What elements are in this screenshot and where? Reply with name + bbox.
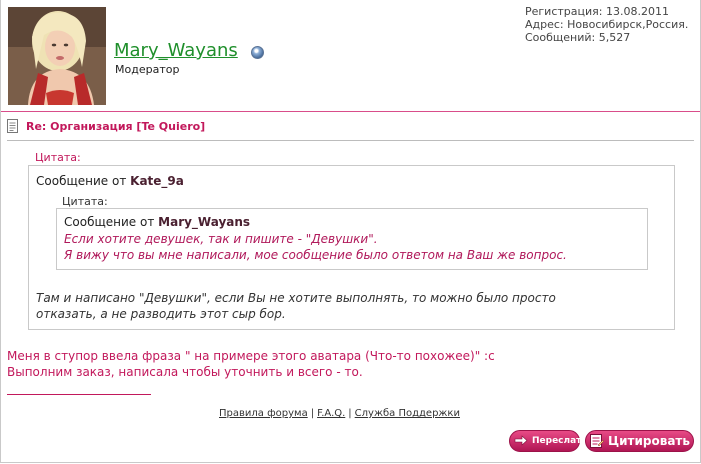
user-info: Регистрация: 13.08.2011 Адрес: Новосибир… xyxy=(525,5,688,44)
inner-quote-box: Сообщение от Mary_Wayans Если хотите дев… xyxy=(56,208,648,270)
message-line: Меня в ступор ввела фраза " на примере э… xyxy=(7,349,495,363)
forward-button-label: Переслать xyxy=(532,436,588,446)
message-count: Сообщений: 5,527 xyxy=(525,31,631,44)
outer-quote-text: Там и написано "Девушки", если Вы не хот… xyxy=(36,290,556,322)
inner-quote-from-prefix: Сообщение от xyxy=(64,215,155,229)
faq-link[interactable]: F.A.Q. xyxy=(317,408,345,419)
outer-quote-label: Цитата: xyxy=(35,151,81,164)
forward-button[interactable]: Переслать xyxy=(509,430,587,452)
footer-separator: | xyxy=(310,408,315,419)
inner-quote-author: Mary_Wayans xyxy=(158,215,251,229)
quote-icon xyxy=(589,433,605,449)
title-divider xyxy=(7,140,694,141)
rules-link[interactable]: Правила форума xyxy=(219,408,308,419)
outer-quote-from: Сообщение от Kate_9a xyxy=(36,174,184,188)
inner-quote-from: Сообщение от Mary_Wayans xyxy=(64,215,250,229)
outer-quote-line: Там и написано "Девушки", если Вы не хот… xyxy=(36,291,556,305)
outer-quote-box: Сообщение от Kate_9a Цитата: Сообщение о… xyxy=(28,165,675,330)
inner-quote-label: Цитата: xyxy=(62,195,108,208)
post-title: Re: Организация [Te Quiero] xyxy=(26,120,206,133)
username-link[interactable]: Mary_Wayans xyxy=(114,40,238,61)
support-link[interactable]: Служба Поддержки xyxy=(355,408,460,419)
signature-divider xyxy=(7,394,151,395)
quote-button[interactable]: Цитировать xyxy=(585,430,694,452)
avatar-photo xyxy=(8,7,106,105)
footer-separator: | xyxy=(348,408,352,419)
outer-quote-author: Kate_9a xyxy=(130,174,184,188)
inner-quote-text: Если хотите девушек, так и пишите - "Дев… xyxy=(64,231,567,263)
user-avatar[interactable] xyxy=(8,7,106,105)
post-message: Меня в ступор ввела фраза " на примере э… xyxy=(7,348,495,380)
inner-quote-line: Если хотите девушек, так и пишите - "Дев… xyxy=(64,232,378,246)
online-status-icon xyxy=(251,46,264,59)
outer-quote-line: отказать, а не разводить этот сыр бор. xyxy=(36,307,286,321)
footer-links: Правила форума | F.A.Q. | Служба Поддержки xyxy=(219,408,460,419)
forward-icon xyxy=(513,433,529,449)
forum-post: Mary_Wayans Модератор Регистрация: 13.08… xyxy=(0,0,701,463)
document-icon xyxy=(7,119,18,133)
post-header: Mary_Wayans Модератор Регистрация: 13.08… xyxy=(1,0,700,112)
inner-quote-line: Я вижу что вы мне написали, мое сообщени… xyxy=(64,248,567,262)
registration-date: Регистрация: 13.08.2011 xyxy=(525,5,669,18)
outer-quote-from-prefix: Сообщение от xyxy=(36,174,127,188)
user-address: Адрес: Новосибирск,Россия. xyxy=(525,18,689,31)
quote-button-label: Цитировать xyxy=(608,434,690,448)
user-role: Модератор xyxy=(115,63,180,76)
message-line: Выполним заказ, написала чтобы уточнить … xyxy=(7,365,363,379)
